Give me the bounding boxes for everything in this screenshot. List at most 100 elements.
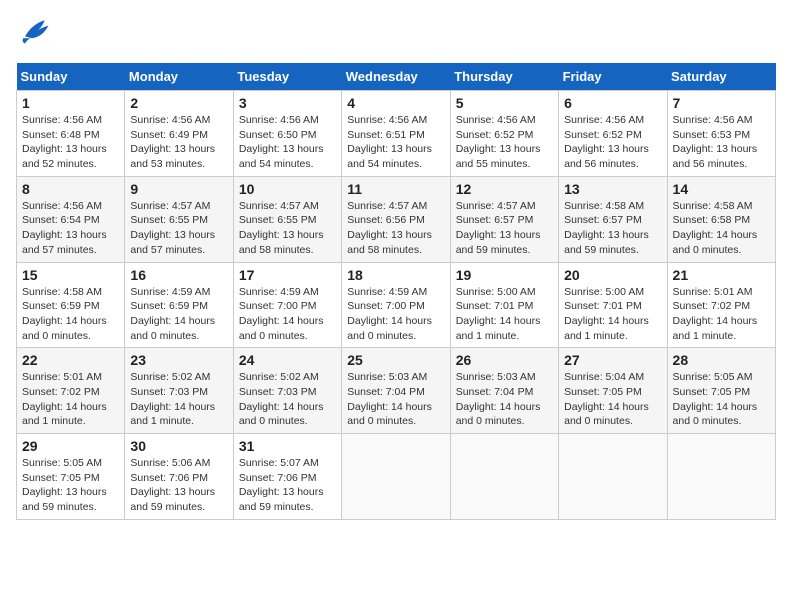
- day-of-week-sunday: Sunday: [17, 63, 125, 91]
- day-number: 4: [347, 95, 444, 111]
- calendar-cell: 5 Sunrise: 4:56 AMSunset: 6:52 PMDaylight…: [450, 91, 558, 177]
- calendar-cell: [667, 434, 775, 520]
- logo-icon: [16, 16, 52, 51]
- calendar-cell: 26 Sunrise: 5:03 AMSunset: 7:04 PMDayligh…: [450, 348, 558, 434]
- calendar-cell: [450, 434, 558, 520]
- day-info: Sunrise: 4:56 AMSunset: 6:50 PMDaylight:…: [239, 113, 336, 172]
- day-info: Sunrise: 4:59 AMSunset: 6:59 PMDaylight:…: [130, 285, 227, 344]
- calendar-cell: [342, 434, 450, 520]
- day-number: 17: [239, 267, 336, 283]
- calendar-cell: 19 Sunrise: 5:00 AMSunset: 7:01 PMDayligh…: [450, 262, 558, 348]
- day-info: Sunrise: 5:03 AMSunset: 7:04 PMDaylight:…: [456, 370, 553, 429]
- calendar-cell: 6Sunrise: 4:56 AMSunset: 6:52 PMDaylight…: [559, 91, 667, 177]
- calendar-table: SundayMondayTuesdayWednesdayThursdayFrid…: [16, 63, 776, 520]
- day-number: 12: [456, 181, 553, 197]
- day-number: 31: [239, 438, 336, 454]
- day-info: Sunrise: 5:02 AMSunset: 7:03 PMDaylight:…: [130, 370, 227, 429]
- day-of-week-thursday: Thursday: [450, 63, 558, 91]
- day-info: Sunrise: 5:04 AMSunset: 7:05 PMDaylight:…: [564, 370, 661, 429]
- day-number: 22: [22, 352, 119, 368]
- calendar-cell: 31 Sunrise: 5:07 AMSunset: 7:06 PMDayligh…: [233, 434, 341, 520]
- day-info: Sunrise: 5:01 AMSunset: 7:02 PMDaylight:…: [673, 285, 770, 344]
- day-number: 13: [564, 181, 661, 197]
- calendar-cell: [559, 434, 667, 520]
- day-info: Sunrise: 4:56 AMSunset: 6:54 PMDaylight:…: [22, 199, 119, 258]
- day-info: Sunrise: 4:58 AMSunset: 6:57 PMDaylight:…: [564, 199, 661, 258]
- day-number: 20: [564, 267, 661, 283]
- calendar-cell: 15Sunrise: 4:58 AMSunset: 6:59 PMDayligh…: [17, 262, 125, 348]
- day-number: 27: [564, 352, 661, 368]
- calendar-cell: 7Sunrise: 4:56 AMSunset: 6:53 PMDaylight…: [667, 91, 775, 177]
- day-info: Sunrise: 4:56 AMSunset: 6:51 PMDaylight:…: [347, 113, 444, 172]
- day-info: Sunrise: 5:05 AMSunset: 7:05 PMDaylight:…: [673, 370, 770, 429]
- day-number: 28: [673, 352, 770, 368]
- calendar-cell: 16 Sunrise: 4:59 AMSunset: 6:59 PMDayligh…: [125, 262, 233, 348]
- day-number: 26: [456, 352, 553, 368]
- day-info: Sunrise: 5:02 AMSunset: 7:03 PMDaylight:…: [239, 370, 336, 429]
- day-number: 11: [347, 181, 444, 197]
- calendar-cell: 20 Sunrise: 5:00 AMSunset: 7:01 PMDayligh…: [559, 262, 667, 348]
- day-info: Sunrise: 4:59 AMSunset: 7:00 PMDaylight:…: [239, 285, 336, 344]
- calendar-cell: 11 Sunrise: 4:57 AMSunset: 6:56 PMDayligh…: [342, 176, 450, 262]
- calendar-cell: 18 Sunrise: 4:59 AMSunset: 7:00 PMDayligh…: [342, 262, 450, 348]
- day-number: 1: [22, 95, 119, 111]
- day-number: 2: [130, 95, 227, 111]
- day-number: 30: [130, 438, 227, 454]
- day-number: 5: [456, 95, 553, 111]
- day-info: Sunrise: 4:57 AMSunset: 6:55 PMDaylight:…: [239, 199, 336, 258]
- day-info: Sunrise: 5:05 AMSunset: 7:05 PMDaylight:…: [22, 456, 119, 515]
- day-info: Sunrise: 4:57 AMSunset: 6:56 PMDaylight:…: [347, 199, 444, 258]
- day-number: 9: [130, 181, 227, 197]
- calendar-body: 1 Sunrise: 4:56 AMSunset: 6:48 PMDaylight…: [17, 91, 776, 520]
- calendar-cell: 14Sunrise: 4:58 AMSunset: 6:58 PMDayligh…: [667, 176, 775, 262]
- calendar-week-2: 8 Sunrise: 4:56 AMSunset: 6:54 PMDaylight…: [17, 176, 776, 262]
- calendar-cell: 1 Sunrise: 4:56 AMSunset: 6:48 PMDaylight…: [17, 91, 125, 177]
- day-info: Sunrise: 4:59 AMSunset: 7:00 PMDaylight:…: [347, 285, 444, 344]
- day-number: 18: [347, 267, 444, 283]
- day-info: Sunrise: 4:58 AMSunset: 6:59 PMDaylight:…: [22, 285, 119, 344]
- calendar-cell: 24 Sunrise: 5:02 AMSunset: 7:03 PMDayligh…: [233, 348, 341, 434]
- logo: [16, 16, 54, 51]
- day-info: Sunrise: 4:57 AMSunset: 6:57 PMDaylight:…: [456, 199, 553, 258]
- day-number: 25: [347, 352, 444, 368]
- day-info: Sunrise: 4:56 AMSunset: 6:49 PMDaylight:…: [130, 113, 227, 172]
- day-number: 29: [22, 438, 119, 454]
- calendar-cell: 30 Sunrise: 5:06 AMSunset: 7:06 PMDayligh…: [125, 434, 233, 520]
- calendar-cell: 27 Sunrise: 5:04 AMSunset: 7:05 PMDayligh…: [559, 348, 667, 434]
- calendar-week-4: 22 Sunrise: 5:01 AMSunset: 7:02 PMDayligh…: [17, 348, 776, 434]
- calendar-cell: 12 Sunrise: 4:57 AMSunset: 6:57 PMDayligh…: [450, 176, 558, 262]
- day-info: Sunrise: 4:56 AMSunset: 6:48 PMDaylight:…: [22, 113, 119, 172]
- calendar-cell: 10 Sunrise: 4:57 AMSunset: 6:55 PMDayligh…: [233, 176, 341, 262]
- day-number: 8: [22, 181, 119, 197]
- day-number: 19: [456, 267, 553, 283]
- day-number: 24: [239, 352, 336, 368]
- day-info: Sunrise: 4:57 AMSunset: 6:55 PMDaylight:…: [130, 199, 227, 258]
- day-number: 14: [673, 181, 770, 197]
- day-info: Sunrise: 5:01 AMSunset: 7:02 PMDaylight:…: [22, 370, 119, 429]
- day-info: Sunrise: 5:00 AMSunset: 7:01 PMDaylight:…: [564, 285, 661, 344]
- day-of-week-friday: Friday: [559, 63, 667, 91]
- day-of-week-tuesday: Tuesday: [233, 63, 341, 91]
- calendar-week-5: 29 Sunrise: 5:05 AMSunset: 7:05 PMDayligh…: [17, 434, 776, 520]
- day-number: 16: [130, 267, 227, 283]
- day-info: Sunrise: 4:56 AMSunset: 6:52 PMDaylight:…: [456, 113, 553, 172]
- day-info: Sunrise: 4:56 AMSunset: 6:52 PMDaylight:…: [564, 113, 661, 172]
- calendar-cell: 9 Sunrise: 4:57 AMSunset: 6:55 PMDaylight…: [125, 176, 233, 262]
- day-info: Sunrise: 5:06 AMSunset: 7:06 PMDaylight:…: [130, 456, 227, 515]
- day-number: 7: [673, 95, 770, 111]
- days-of-week-row: SundayMondayTuesdayWednesdayThursdayFrid…: [17, 63, 776, 91]
- calendar-cell: 4 Sunrise: 4:56 AMSunset: 6:51 PMDaylight…: [342, 91, 450, 177]
- calendar-cell: 3 Sunrise: 4:56 AMSunset: 6:50 PMDaylight…: [233, 91, 341, 177]
- calendar-cell: 29 Sunrise: 5:05 AMSunset: 7:05 PMDayligh…: [17, 434, 125, 520]
- day-number: 21: [673, 267, 770, 283]
- calendar-cell: 8 Sunrise: 4:56 AMSunset: 6:54 PMDaylight…: [17, 176, 125, 262]
- day-number: 10: [239, 181, 336, 197]
- calendar-week-1: 1 Sunrise: 4:56 AMSunset: 6:48 PMDaylight…: [17, 91, 776, 177]
- calendar-cell: 22 Sunrise: 5:01 AMSunset: 7:02 PMDayligh…: [17, 348, 125, 434]
- day-info: Sunrise: 5:00 AMSunset: 7:01 PMDaylight:…: [456, 285, 553, 344]
- calendar-header: SundayMondayTuesdayWednesdayThursdayFrid…: [17, 63, 776, 91]
- day-of-week-saturday: Saturday: [667, 63, 775, 91]
- day-info: Sunrise: 5:07 AMSunset: 7:06 PMDaylight:…: [239, 456, 336, 515]
- day-number: 3: [239, 95, 336, 111]
- calendar-week-3: 15Sunrise: 4:58 AMSunset: 6:59 PMDayligh…: [17, 262, 776, 348]
